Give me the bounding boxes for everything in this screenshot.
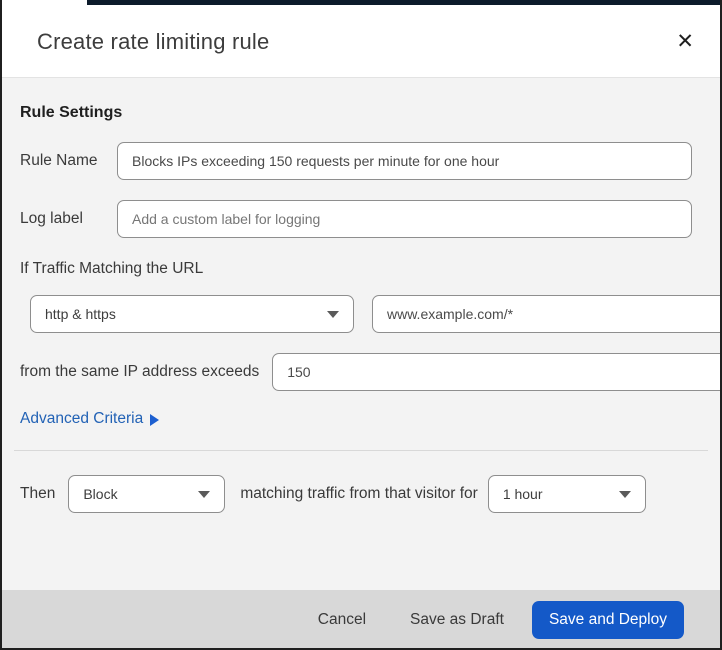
rule-name-input[interactable] bbox=[117, 142, 692, 180]
action-row: Then Block matching traffic from that vi… bbox=[20, 475, 692, 513]
action-middle-label: matching traffic from that visitor for bbox=[240, 485, 478, 502]
scheme-select[interactable]: http & https bbox=[30, 295, 354, 333]
chevron-down-icon bbox=[198, 490, 211, 498]
dialog-body: Rule Settings Rule Name Log label If Tra… bbox=[2, 78, 720, 590]
rate-limit-dialog: Create rate limiting rule ✕ Rule Setting… bbox=[0, 0, 722, 650]
log-label-label: Log label bbox=[20, 210, 83, 227]
action-select[interactable]: Block bbox=[68, 475, 226, 513]
advanced-criteria-label: Advanced Criteria bbox=[20, 410, 144, 427]
chevron-down-icon bbox=[618, 490, 631, 498]
traffic-match-row: http & https bbox=[20, 295, 720, 333]
page-background-strip bbox=[87, 0, 720, 5]
rule-name-label: Rule Name bbox=[20, 152, 98, 169]
section-divider bbox=[14, 450, 708, 451]
section-heading: Rule Settings bbox=[20, 104, 123, 121]
dialog-header: Create rate limiting rule ✕ bbox=[2, 0, 720, 78]
url-pattern-input[interactable] bbox=[372, 295, 720, 333]
log-label-input[interactable] bbox=[117, 200, 692, 238]
rule-name-row: Rule Name bbox=[20, 142, 692, 180]
duration-select-value: 1 hour bbox=[502, 486, 543, 502]
action-select-value: Block bbox=[83, 486, 118, 502]
cancel-button[interactable]: Cancel bbox=[318, 603, 366, 637]
log-label-row: Log label bbox=[20, 200, 692, 238]
advanced-criteria-link[interactable]: Advanced Criteria bbox=[20, 410, 160, 428]
save-and-deploy-button[interactable]: Save and Deploy bbox=[531, 601, 684, 639]
chevron-down-icon bbox=[327, 310, 339, 318]
close-button[interactable]: ✕ bbox=[672, 27, 698, 56]
threshold-row: from the same IP address exceeds request… bbox=[20, 353, 720, 391]
dialog-footer: Cancel Save as Draft Save and Deploy bbox=[2, 590, 720, 648]
request-count-input[interactable] bbox=[272, 353, 720, 391]
triangle-right-icon bbox=[150, 414, 160, 426]
scheme-select-value: http & https bbox=[45, 306, 116, 322]
save-as-draft-button[interactable]: Save as Draft bbox=[410, 603, 504, 637]
traffic-match-label: If Traffic Matching the URL bbox=[20, 260, 204, 277]
action-prefix-label: Then bbox=[20, 485, 56, 502]
threshold-prefix-label: from the same IP address exceeds bbox=[20, 363, 260, 380]
close-icon: ✕ bbox=[676, 30, 694, 53]
dialog-title: Create rate limiting rule bbox=[37, 28, 270, 54]
duration-select[interactable]: 1 hour bbox=[487, 475, 646, 513]
